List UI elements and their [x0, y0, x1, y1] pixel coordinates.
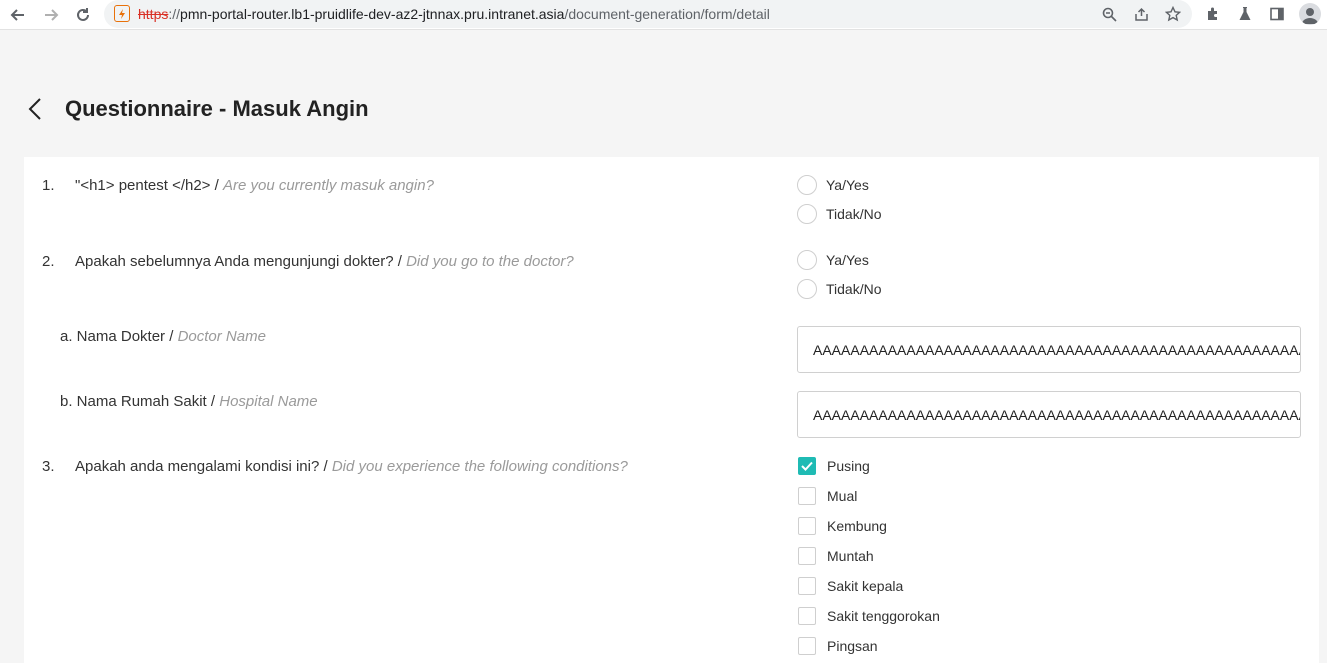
reload-icon[interactable]: [70, 2, 96, 28]
page-title: Questionnaire - Masuk Angin: [65, 96, 369, 121]
field-separator: /: [206, 393, 220, 410]
checkbox-label: Kembung: [827, 518, 887, 534]
zoom-icon[interactable]: [1098, 3, 1120, 25]
condition-checkbox-sakit-tenggorokan[interactable]: Sakit tenggorokan: [798, 607, 940, 625]
question-separator: /: [210, 177, 223, 194]
chevron-left-icon: [28, 98, 41, 120]
radio-button[interactable]: [797, 175, 817, 195]
extensions-puzzle-icon[interactable]: [1202, 3, 1224, 25]
checkbox[interactable]: [798, 577, 816, 595]
bookmark-star-icon[interactable]: [1162, 3, 1184, 25]
radio-option-yes[interactable]: Ya/Yes: [797, 250, 869, 270]
field-label-id: a. Nama Dokter: [60, 328, 166, 345]
question-text-en: Are you currently masuk angin?: [222, 177, 434, 194]
question-separator: /: [393, 253, 407, 270]
hospital-name-label: b. Nama Rumah Sakit / Hospital Name: [60, 393, 318, 410]
question-number: 2.: [42, 253, 55, 270]
share-icon[interactable]: [1130, 3, 1152, 25]
checkbox[interactable]: [798, 637, 816, 655]
url-path: /document-generation/form/detail: [564, 6, 770, 22]
condition-checkbox-mual[interactable]: Mual: [798, 487, 857, 505]
radio-option-no[interactable]: Tidak/No: [797, 204, 882, 224]
radio-button[interactable]: [797, 204, 817, 224]
field-label-en: Doctor Name: [177, 328, 266, 345]
condition-checkbox-muntah[interactable]: Muntah: [798, 547, 874, 565]
side-panel-icon[interactable]: [1266, 3, 1288, 25]
field-label-en: Hospital Name: [219, 393, 318, 410]
checkbox[interactable]: [798, 517, 816, 535]
doctor-name-label: a. Nama Dokter / Doctor Name: [60, 328, 266, 345]
radio-label: Tidak/No: [826, 281, 882, 297]
condition-checkbox-pingsan[interactable]: Pingsan: [798, 637, 878, 655]
forward-arrow-icon[interactable]: [38, 2, 64, 28]
questionnaire-card: 1. "<h1> pentest </h2> / Are you current…: [24, 157, 1319, 663]
field-separator: /: [165, 328, 178, 345]
radio-label: Ya/Yes: [826, 252, 869, 268]
url-host: pmn-portal-router.lb1-pruidlife-dev-az2-…: [180, 6, 565, 22]
radio-option-no[interactable]: Tidak/No: [797, 279, 882, 299]
question-text: "<h1> pentest </h2> / Are you currently …: [75, 177, 434, 194]
doctor-name-input[interactable]: AAAAAAAAAAAAAAAAAAAAAAAAAAAAAAAAAAAAAAAA…: [797, 326, 1301, 373]
profile-avatar-icon[interactable]: [1299, 3, 1321, 25]
question-text-en: Did you experience the following conditi…: [331, 458, 628, 475]
question-text-id: "<h1> pentest </h2>: [75, 177, 211, 194]
question-number: 1.: [42, 177, 55, 194]
url-separator: ://: [168, 6, 181, 22]
checkbox-label: Sakit kepala: [827, 578, 904, 594]
condition-checkbox-pusing[interactable]: Pusing: [798, 457, 870, 475]
checkbox-label: Muntah: [827, 548, 874, 564]
question-text: Apakah sebelumnya Anda mengunjungi dokte…: [75, 253, 574, 270]
condition-checkbox-sakit-kepala[interactable]: Sakit kepala: [798, 577, 903, 595]
condition-checkbox-kembung[interactable]: Kembung: [798, 517, 887, 535]
radio-label: Tidak/No: [826, 206, 882, 222]
question-text: Apakah anda mengalami kondisi ini? / Did…: [75, 458, 628, 475]
checkbox-label: Sakit tenggorokan: [827, 608, 940, 624]
radio-button[interactable]: [797, 250, 817, 270]
back-button[interactable]: [24, 94, 46, 124]
labs-flask-icon[interactable]: [1234, 3, 1256, 25]
question-separator: /: [319, 458, 332, 475]
question-text-id: Apakah sebelumnya Anda mengunjungi dokte…: [75, 253, 394, 270]
checkbox-label: Pingsan: [827, 638, 878, 654]
question-number: 3.: [42, 458, 55, 475]
url-scheme: https: [138, 6, 169, 22]
checkbox-label: Mual: [827, 488, 858, 504]
hospital-name-input[interactable]: AAAAAAAAAAAAAAAAAAAAAAAAAAAAAAAAAAAAAAAA…: [797, 391, 1301, 438]
question-text-id: Apakah anda mengalami kondisi ini?: [75, 458, 320, 475]
checkbox[interactable]: [798, 487, 816, 505]
radio-option-yes[interactable]: Ya/Yes: [797, 175, 869, 195]
url-text[interactable]: https://pmn-portal-router.lb1-pruidlife-…: [138, 6, 770, 22]
checkbox-label: Pusing: [827, 458, 870, 474]
radio-button[interactable]: [797, 279, 817, 299]
radio-label: Ya/Yes: [826, 177, 869, 193]
question-text-en: Did you go to the doctor?: [406, 253, 574, 270]
checkbox[interactable]: [798, 457, 816, 475]
browser-toolbar: https://pmn-portal-router.lb1-pruidlife-…: [0, 0, 1327, 30]
address-bar[interactable]: https://pmn-portal-router.lb1-pruidlife-…: [104, 0, 1192, 28]
checkbox[interactable]: [798, 547, 816, 565]
field-label-id: b. Nama Rumah Sakit: [60, 393, 207, 410]
checkbox[interactable]: [798, 607, 816, 625]
back-arrow-icon[interactable]: [5, 2, 31, 28]
not-secure-icon[interactable]: [114, 5, 130, 22]
checkmark-icon: [801, 461, 813, 471]
